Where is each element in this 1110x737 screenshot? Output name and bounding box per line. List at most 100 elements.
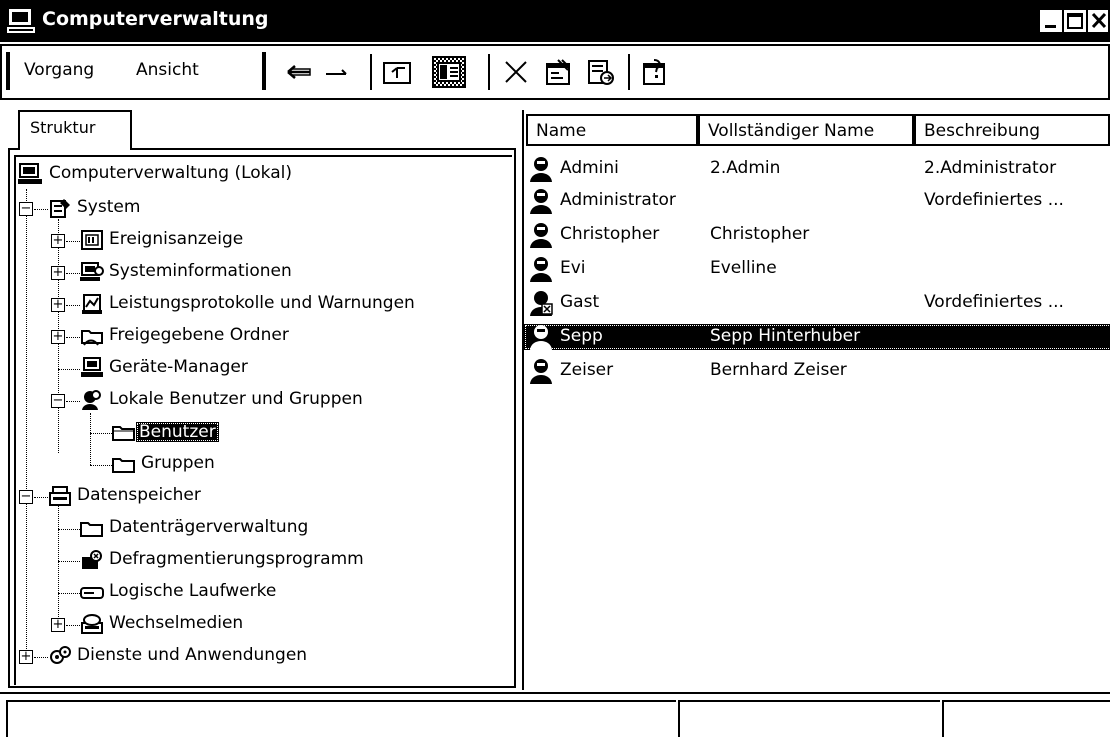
table-row[interactable]: Christopher Christopher [524, 222, 1110, 248]
delete-icon[interactable] [500, 56, 534, 88]
table-row[interactable]: Admini 2.Admin 2.Administrator [524, 156, 1110, 182]
system-info-icon [80, 261, 104, 283]
tree-label: Freigegebene Ordner [109, 325, 289, 345]
column-header-full-name[interactable]: Vollständiger Name [698, 114, 914, 146]
menu-ansicht[interactable]: Ansicht [136, 60, 199, 80]
cell-name: Evi [560, 258, 586, 278]
forward-arrow-icon[interactable] [322, 56, 356, 88]
close-button[interactable] [1086, 8, 1110, 34]
cell-full-name: Evelline [710, 258, 777, 278]
column-header-label: Beschreibung [924, 121, 1041, 141]
column-header-description[interactable]: Beschreibung [914, 114, 1110, 146]
tree-label: Dienste und Anwendungen [77, 645, 308, 665]
local-users-groups-icon [80, 389, 104, 411]
title-bar[interactable]: Computerverwaltung [0, 0, 1110, 42]
cell-description: Vordefiniertes ... [924, 292, 1064, 312]
tree-label: Systeminformationen [109, 261, 292, 281]
tree-label: Datenspeicher [77, 485, 201, 505]
collapse-icon[interactable]: − [19, 490, 33, 504]
tab-struktur[interactable]: Struktur [18, 110, 132, 150]
event-viewer-icon [80, 229, 104, 251]
help-icon[interactable] [638, 56, 672, 88]
folder-icon [112, 453, 136, 475]
cell-full-name: Christopher [710, 224, 810, 244]
expand-icon[interactable]: + [51, 266, 65, 280]
collapse-icon[interactable]: − [51, 394, 65, 408]
disabled-user-icon [528, 290, 554, 316]
up-folder-icon[interactable] [380, 56, 414, 88]
column-header-label: Name [536, 121, 587, 141]
tree-label: Geräte-Manager [109, 357, 248, 377]
table-row[interactable]: Administrator Vordefiniertes ... [524, 188, 1110, 214]
computer-icon [18, 163, 42, 185]
shared-folders-icon [80, 325, 104, 347]
user-icon [528, 222, 554, 248]
user-icon [528, 256, 554, 282]
menu-vorgang[interactable]: Vorgang [24, 60, 94, 80]
minimize-button[interactable] [1038, 8, 1064, 34]
computer-management-window: Computerverwaltung Vorgang Ansicht Struk… [0, 0, 1110, 737]
performance-logs-icon [80, 293, 104, 315]
cell-full-name: Sepp Hinterhuber [710, 326, 861, 346]
cell-full-name: Bernhard Zeiser [710, 360, 847, 380]
export-list-icon[interactable] [584, 56, 618, 88]
cell-name: Administrator [560, 190, 676, 210]
show-hide-tree-icon[interactable] [432, 56, 466, 88]
toolbar-separator [488, 54, 490, 90]
status-panel-main [6, 700, 676, 737]
cell-name: Zeiser [560, 360, 614, 380]
details-pane: Name Vollständiger Name Beschreibung Adm… [522, 110, 1110, 690]
tree-label: Defragmentierungsprogramm [109, 549, 364, 569]
expand-icon[interactable]: + [51, 330, 65, 344]
toolbar-grip[interactable] [262, 52, 266, 90]
table-row[interactable]: Gast Vordefiniertes ... [524, 290, 1110, 316]
collapse-icon[interactable]: − [19, 202, 33, 216]
menu-grip[interactable] [6, 52, 10, 90]
user-icon [528, 324, 554, 350]
toolbar-separator [628, 54, 630, 90]
column-header-name[interactable]: Name [526, 114, 698, 146]
folder-icon [112, 421, 136, 443]
folder-icon [80, 517, 104, 539]
tree-label: Ereignisanzeige [109, 229, 244, 249]
tree-label: Leistungsprotokolle und Warnungen [109, 293, 415, 313]
tab-label: Struktur [30, 118, 96, 137]
cell-name: Sepp [560, 326, 603, 346]
maximize-button[interactable] [1062, 8, 1088, 34]
status-panel-secondary [678, 700, 940, 737]
cell-description: Vordefiniertes ... [924, 190, 1064, 210]
tree-label: Gruppen [141, 453, 215, 473]
logical-drive-icon [80, 581, 104, 603]
tree-label: Logische Laufwerke [109, 581, 277, 601]
device-manager-icon [80, 357, 104, 379]
toolbar-separator [370, 54, 372, 90]
computer-icon [6, 8, 36, 36]
user-icon [528, 358, 554, 384]
cell-name: Admini [560, 158, 619, 178]
tree-label: Datenträgerverwaltung [109, 517, 309, 537]
back-arrow-icon[interactable] [282, 56, 316, 88]
expand-icon[interactable]: + [51, 618, 65, 632]
services-applications-icon [48, 645, 72, 667]
expand-icon[interactable]: + [51, 234, 65, 248]
status-panel-tertiary [942, 700, 1110, 737]
expand-icon[interactable]: + [51, 298, 65, 312]
cell-name: Gast [560, 292, 600, 312]
table-row[interactable]: Zeiser Bernhard Zeiser [524, 358, 1110, 384]
defragmenter-icon [80, 549, 104, 571]
table-row-selected[interactable]: Sepp Sepp Hinterhuber [524, 324, 1110, 350]
tree-label: Wechselmedien [109, 613, 244, 633]
tree-label: Lokale Benutzer und Gruppen [109, 389, 363, 409]
tree-label: Benutzer [136, 422, 219, 442]
console-tree: Computerverwaltung (Lokal) − System + Er… [14, 155, 512, 685]
status-bar [0, 692, 1110, 737]
user-icon [528, 156, 554, 182]
expand-icon[interactable]: + [19, 650, 33, 664]
window-title: Computerverwaltung [42, 8, 269, 30]
table-row[interactable]: Evi Evelline [524, 256, 1110, 282]
cell-full-name: 2.Admin [710, 158, 781, 178]
tree-label: System [77, 197, 141, 217]
column-header-label: Vollständiger Name [708, 121, 875, 141]
properties-icon[interactable] [542, 56, 576, 88]
toolbar: Vorgang Ansicht [0, 44, 1110, 100]
